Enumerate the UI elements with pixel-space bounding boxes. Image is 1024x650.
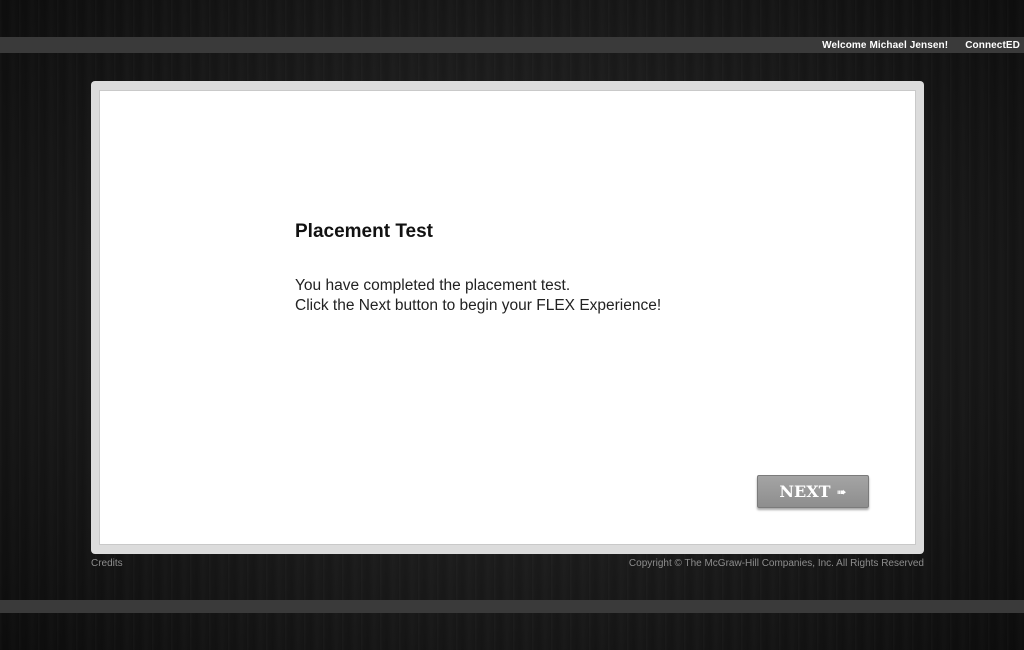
arrow-right-icon: ➠ bbox=[836, 484, 847, 499]
content-panel: Placement Test You have completed the pl… bbox=[99, 90, 916, 545]
message-line: You have completed the placement test. bbox=[295, 277, 571, 294]
credits-link[interactable]: Credits bbox=[91, 558, 123, 569]
completion-message: You have completed the placement test. C… bbox=[295, 276, 661, 316]
content-panel-frame: Placement Test You have completed the pl… bbox=[91, 81, 924, 554]
message-line: Click the Next button to begin your FLEX… bbox=[295, 297, 662, 314]
connected-link[interactable]: ConnectED bbox=[965, 40, 1020, 51]
next-button[interactable]: NEXT ➠ bbox=[757, 475, 869, 508]
copyright-text: Copyright © The McGraw-Hill Companies, I… bbox=[628, 558, 924, 569]
welcome-text: Welcome Michael Jensen! bbox=[822, 39, 949, 51]
next-button-label: NEXT bbox=[779, 482, 831, 501]
page-title: Placement Test bbox=[295, 221, 433, 242]
bottom-bar bbox=[0, 600, 1024, 613]
top-bar: Welcome Michael Jensen! ConnectED bbox=[0, 37, 1024, 53]
